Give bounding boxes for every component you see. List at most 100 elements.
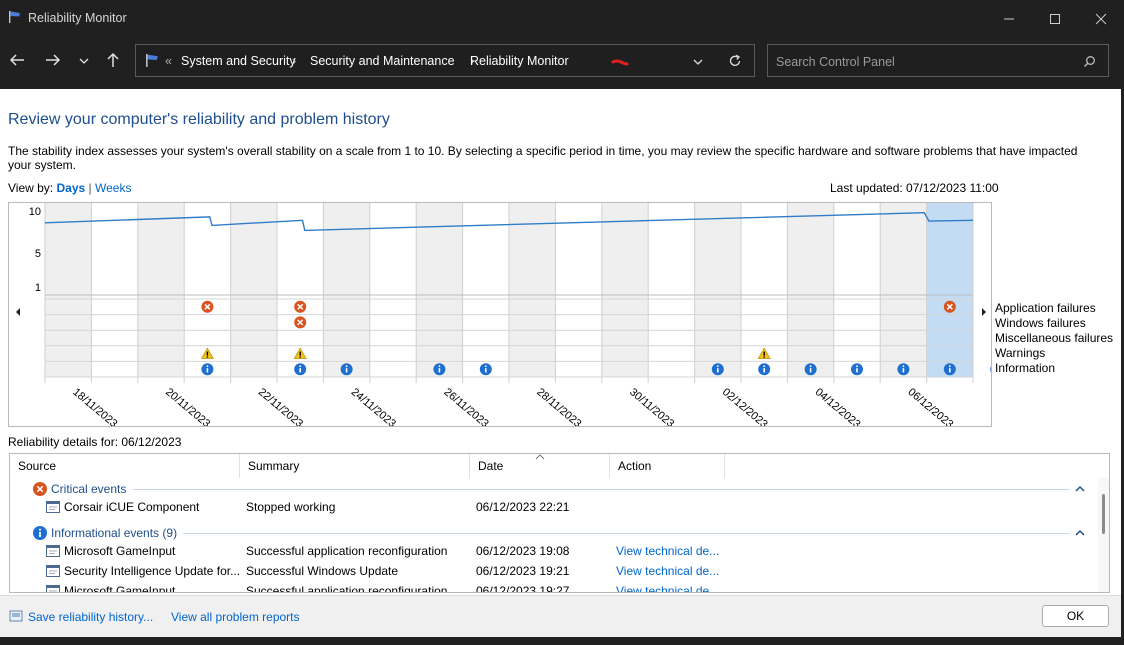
day-column	[648, 203, 695, 377]
info-icon-dot	[856, 365, 858, 368]
y-tick-label: 1	[35, 282, 41, 294]
warning-icon-dot	[299, 356, 301, 358]
x-tick-label: 28/11/2023	[534, 386, 583, 427]
column-header-action[interactable]: Action	[610, 454, 725, 478]
warning-icon-mark	[763, 351, 765, 356]
row-action-link[interactable]: View technical de...	[616, 564, 719, 578]
up-button[interactable]	[104, 51, 126, 67]
info-icon	[33, 526, 47, 540]
warning-icon-dot	[206, 356, 209, 358]
info-icon-dot	[299, 365, 302, 368]
info-icon-mark	[763, 368, 765, 373]
close-button[interactable]	[1078, 0, 1124, 36]
x-tick-label: 20/11/2023	[163, 386, 212, 427]
day-column	[694, 203, 741, 377]
info-icon-dot	[902, 365, 905, 368]
day-column	[926, 203, 973, 377]
stability-chart[interactable]: 10 5 1 18/11/2023 20/11/2023 22/11/2023 24/11/…	[8, 202, 992, 427]
breadcrumb-security-and-maintenance[interactable]: Security and Maintenance	[310, 54, 455, 68]
close-icon	[1095, 13, 1107, 25]
sort-ascending-icon	[535, 454, 545, 460]
app-window-icon	[46, 565, 60, 577]
day-column	[601, 203, 649, 377]
y-tick-label: 5	[35, 248, 41, 260]
info-icon-dot	[345, 365, 348, 368]
info-icon-dot	[809, 365, 812, 368]
info-icon-dot	[948, 365, 951, 368]
collapse-icon[interactable]	[1075, 529, 1085, 537]
day-column	[91, 203, 138, 377]
x-tick-label: 06/12/2023	[905, 386, 955, 427]
y-tick-label: 10	[29, 206, 41, 218]
row-source: Security Intelligence Update for...	[64, 564, 241, 578]
info-icon-dot	[763, 365, 766, 368]
view-by: View by: Days | Weeks	[8, 181, 131, 195]
view-all-problem-reports-link[interactable]: View all problem reports	[171, 610, 300, 624]
app-window-icon	[46, 545, 60, 557]
info-icon-mark	[299, 368, 301, 373]
table-row[interactable]: Microsoft GameInput Successful applicati…	[10, 541, 1090, 561]
title-bar: Reliability Monitor	[0, 0, 1124, 36]
x-tick-label: 30/11/2023	[627, 386, 676, 427]
row-date: 06/12/2023 22:21	[476, 500, 570, 514]
minimize-button[interactable]	[986, 0, 1032, 36]
day-column	[833, 203, 881, 377]
save-icon	[9, 610, 23, 622]
row-date: 06/12/2023 19:08	[476, 544, 570, 558]
address-bar[interactable]: « System and Security › Security and Mai…	[135, 44, 755, 77]
back-button[interactable]	[8, 52, 30, 68]
row-action-link[interactable]: View technical de...	[616, 584, 719, 592]
breadcrumb-reliability-monitor[interactable]: Reliability Monitor	[470, 54, 569, 68]
table-row[interactable]: Security Intelligence Update for... Succ…	[10, 561, 1090, 581]
info-icon-dot	[484, 365, 487, 368]
maximize-button[interactable]	[1032, 0, 1078, 36]
info-icon-dot	[716, 365, 719, 368]
warning-icon-dot	[763, 356, 765, 358]
scrollbar-thumb[interactable]	[1102, 494, 1105, 534]
refresh-icon[interactable]	[728, 54, 742, 68]
scroll-left-icon	[16, 308, 20, 316]
forward-button[interactable]	[44, 52, 66, 68]
info-icon-mark	[717, 368, 719, 373]
day-column	[509, 203, 556, 377]
info-icon-mark	[438, 368, 441, 373]
table-row[interactable]: Microsoft GameInput Successful applicati…	[10, 581, 1090, 592]
view-weeks-link[interactable]: Weeks	[95, 181, 131, 195]
column-header-source[interactable]: Source	[10, 454, 240, 478]
search-icon[interactable]	[1083, 55, 1096, 68]
row-action-link[interactable]: View technical de...	[616, 544, 719, 558]
chevron-down-icon[interactable]	[692, 57, 704, 67]
x-tick-label: 26/11/2023	[441, 386, 490, 427]
stability-chart-svg[interactable]: 10 5 1 18/11/2023 20/11/2023 22/11/2023 24/11/…	[9, 203, 992, 427]
chevron-down-icon	[79, 58, 89, 64]
save-reliability-history-link[interactable]: Save reliability history...	[28, 610, 153, 624]
x-tick-label: 02/12/2023	[720, 386, 770, 427]
row-source: Corsair iCUE Component	[64, 500, 200, 514]
search-input[interactable]	[768, 45, 1078, 78]
group-informational-events-title: Informational events (9)	[51, 526, 178, 540]
info-icon-mark	[809, 368, 812, 373]
details-table: Source Summary Date Action Critical even…	[9, 453, 1110, 593]
table-row[interactable]: Corsair iCUE Component Stopped working 0…	[10, 497, 1090, 517]
view-days-link[interactable]: Days	[56, 181, 85, 195]
recent-locations-button[interactable]	[77, 54, 99, 70]
scrollbar[interactable]	[1098, 478, 1109, 592]
row-summary: Successful application reconfiguration	[246, 544, 448, 558]
day-column	[369, 203, 417, 377]
ok-button[interactable]: OK	[1042, 605, 1109, 627]
main-content: Review your computer's reliability and p…	[0, 89, 1121, 637]
details-label: Reliability details for: 06/12/2023	[8, 435, 182, 449]
breadcrumb-overflow[interactable]: «	[165, 54, 172, 68]
column-header-summary[interactable]: Summary	[240, 454, 470, 478]
app-window-icon	[46, 585, 60, 592]
day-column	[787, 203, 834, 377]
breadcrumb-system-and-security[interactable]: System and Security	[181, 54, 296, 68]
day-column	[880, 203, 927, 377]
last-updated: Last updated: 07/12/2023 11:00	[830, 181, 999, 195]
x-tick-label: 22/11/2023	[256, 386, 305, 427]
group-divider	[183, 533, 1069, 534]
collapse-icon[interactable]	[1075, 485, 1085, 493]
info-icon-mark	[485, 368, 487, 373]
arrow-left-icon	[9, 54, 24, 66]
red-mark	[611, 59, 629, 66]
